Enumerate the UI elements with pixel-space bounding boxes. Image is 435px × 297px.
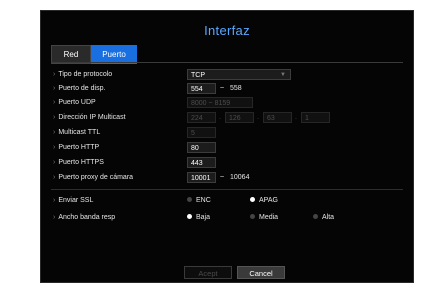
bandwidth-option-media[interactable]: Media	[250, 214, 278, 221]
device-port-row: Puerto de disp. 554 ~ 558	[53, 82, 393, 96]
udp-port-input: 8000 ~ 8159	[187, 97, 253, 108]
protocol-row: Tipo de protocolo TCP ▼	[53, 68, 393, 82]
https-port-row: Puerto HTTPS 443	[53, 156, 393, 170]
protocol-select[interactable]: TCP ▼	[187, 69, 291, 80]
ssl-label: Enviar SSL	[53, 197, 93, 204]
radio-icon	[250, 214, 255, 219]
accept-button[interactable]: Acept	[184, 266, 232, 279]
multicast-ttl-row: Multicast TTL 5	[53, 126, 393, 140]
camera-proxy-input[interactable]: 10001	[187, 172, 216, 183]
section-divider	[51, 189, 403, 190]
udp-port-from: 8000	[191, 100, 207, 107]
bandwidth-label: Ancho banda resp	[53, 214, 115, 221]
ssl-option-apag[interactable]: APAG	[250, 197, 278, 204]
multicast-ip-octet-4: 1	[301, 112, 330, 123]
dialog-title: Interfaz	[204, 23, 250, 38]
udp-port-row: Puerto UDP 8000 ~ 8159	[53, 96, 393, 110]
http-port-input[interactable]: 80	[187, 142, 216, 153]
camera-proxy-end: 10064	[230, 174, 250, 181]
device-port-end: 558	[230, 85, 242, 92]
multicast-ip-dot-2: .	[257, 114, 259, 121]
protocol-value: TCP	[191, 72, 205, 79]
multicast-ip-row: Dirección IP Multicast 224 . 126 . 63 . …	[53, 111, 393, 125]
multicast-ttl-input: 5	[187, 127, 216, 138]
multicast-ip-dot-3: .	[295, 114, 297, 121]
bandwidth-option-baja[interactable]: Baja	[187, 214, 210, 221]
ssl-option-enc-label: ENC	[196, 197, 211, 204]
https-port-label: Puerto HTTPS	[53, 159, 104, 166]
radio-icon	[187, 197, 192, 202]
device-port-label: Puerto de disp.	[53, 85, 105, 92]
tab-divider	[51, 62, 403, 63]
device-port-input[interactable]: 554	[187, 83, 216, 94]
device-port-sep: ~	[220, 85, 225, 92]
radio-icon	[313, 214, 318, 219]
multicast-ip-label: Dirección IP Multicast	[53, 114, 125, 121]
protocol-label: Tipo de protocolo	[53, 71, 112, 78]
udp-port-to: 8159	[214, 100, 231, 107]
ssl-row: Enviar SSL ENC APAG	[53, 194, 393, 208]
multicast-ip-dot-1: .	[219, 114, 221, 121]
bandwidth-option-alta[interactable]: Alta	[313, 214, 334, 221]
camera-proxy-label: Puerto proxy de cámara	[53, 174, 133, 181]
bandwidth-row: Ancho banda resp Baja Media Alta	[53, 211, 393, 225]
radio-selected-icon	[250, 197, 255, 202]
multicast-ttl-label: Multicast TTL	[53, 129, 100, 136]
udp-port-sep: ~	[208, 100, 213, 107]
camera-proxy-row: Puerto proxy de cámara 10001 ~ 10064	[53, 171, 393, 185]
multicast-ip-octet-3: 63	[263, 112, 292, 123]
radio-selected-icon	[187, 214, 192, 219]
http-port-label: Puerto HTTP	[53, 144, 99, 151]
http-port-row: Puerto HTTP 80	[53, 141, 393, 155]
https-port-input[interactable]: 443	[187, 157, 216, 168]
camera-proxy-sep: ~	[220, 174, 225, 181]
bandwidth-option-media-label: Media	[259, 214, 279, 221]
bandwidth-option-alta-label: Alta	[322, 214, 335, 221]
multicast-ip-octet-2: 126	[225, 112, 254, 123]
multicast-ip-octet-1: 224	[187, 112, 216, 123]
interface-dialog: Interfaz Red Puerto Tipo de protocolo TC…	[40, 10, 414, 283]
bandwidth-option-baja-label: Baja	[196, 214, 211, 221]
ssl-option-enc[interactable]: ENC	[187, 197, 211, 204]
ssl-option-apag-label: APAG	[259, 197, 278, 204]
chevron-down-icon: ▼	[280, 72, 286, 78]
udp-port-label: Puerto UDP	[53, 99, 95, 106]
cancel-button[interactable]: Cancel	[237, 266, 285, 279]
